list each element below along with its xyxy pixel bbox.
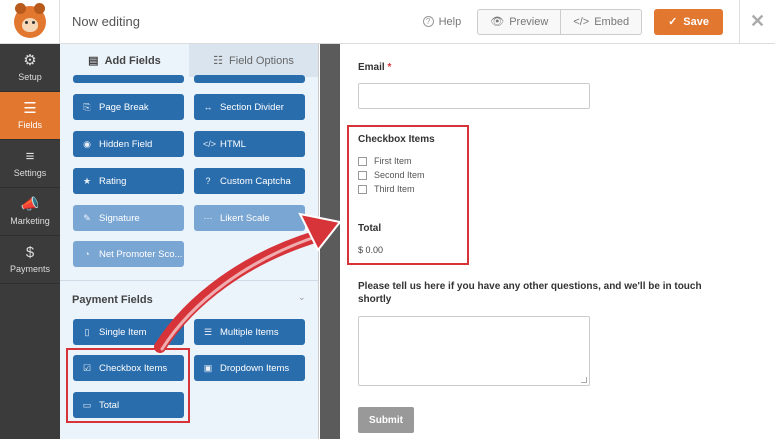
top-bar: Now editing ? Help 👁 Preview </> Embed ✓… xyxy=(0,0,775,44)
nav-item-payments[interactable]: $ Payments xyxy=(0,236,60,284)
field-button-html[interactable]: </> HTML xyxy=(194,131,305,157)
sliders-icon: ≡ xyxy=(25,148,35,165)
form-preview: Email * Checkbox Items First Item Second… xyxy=(340,44,775,439)
nav-item-fields[interactable]: ☰ Fields xyxy=(0,92,60,140)
preview-gutter xyxy=(320,44,340,439)
question-icon: ? xyxy=(422,16,434,27)
submit-button[interactable]: Submit xyxy=(358,407,414,433)
field-button-label: Net Promoter Sco... xyxy=(99,248,183,260)
chevron-down-icon[interactable]: ⌄ xyxy=(298,292,306,303)
divider-icon: ↔ xyxy=(203,102,213,112)
field-button-page-break[interactable]: ⎘ Page Break xyxy=(73,94,184,120)
field-button-label: Dropdown Items xyxy=(220,362,290,374)
panel-tabs: ▤ Add Fields ☷ Field Options xyxy=(60,44,318,77)
save-label: Save xyxy=(683,15,709,28)
resize-handle-icon[interactable] xyxy=(581,377,587,383)
eye-slash-icon: ◉ xyxy=(83,138,91,149)
help-link[interactable]: ? Help xyxy=(422,15,462,28)
nav-label: Payments xyxy=(9,264,51,274)
dollar-icon: $ xyxy=(25,244,35,261)
field-button-label: Rating xyxy=(99,175,127,187)
dropdown-icon: ▣ xyxy=(203,362,213,373)
field-button-label: Likert Scale xyxy=(220,212,270,224)
field-button-label: Single Item xyxy=(99,326,147,338)
nav-label: Marketing xyxy=(10,216,50,226)
tab-label: Field Options xyxy=(229,54,294,67)
nav-item-setup[interactable]: ⚙ Setup xyxy=(0,44,60,92)
field-button-label: Multiple Items xyxy=(220,326,279,338)
highlight-box-fields xyxy=(66,348,190,423)
sliders-icon: ☷ xyxy=(213,55,224,67)
field-button-section-divider[interactable]: ↔ Section Divider xyxy=(194,94,305,120)
gear-icon: ⚙ xyxy=(23,52,37,69)
star-icon: ★ xyxy=(82,175,92,186)
field-button-label: Section Divider xyxy=(220,101,284,113)
save-button[interactable]: ✓ Save xyxy=(654,8,723,35)
embed-button[interactable]: </> Embed xyxy=(560,9,641,34)
left-nav: ⚙ Setup ☰ Fields ≡ Settings 📣 Marketing … xyxy=(0,44,60,439)
tab-field-options[interactable]: ☷ Field Options xyxy=(189,44,318,77)
nav-item-marketing[interactable]: 📣 Marketing xyxy=(0,188,60,236)
code-icon: </> xyxy=(573,15,590,28)
pen-icon: ✎ xyxy=(83,212,91,223)
list-icon: ▤ xyxy=(88,55,99,67)
email-input[interactable] xyxy=(358,83,590,109)
field-button-hidden-field[interactable]: ◉ Hidden Field xyxy=(73,131,184,157)
editing-status: Now editing xyxy=(72,14,140,29)
eye-icon: 👁 xyxy=(490,16,505,28)
message-label: Please tell us here if you have any othe… xyxy=(358,281,702,305)
field-button-custom-captcha[interactable]: ? Custom Captcha xyxy=(194,168,305,194)
message-textarea[interactable] xyxy=(358,316,590,386)
dots-icon: ⋯ xyxy=(203,212,213,223)
field-button-hidden-top[interactable] xyxy=(73,75,184,83)
field-button-dropdown-items[interactable]: ▣ Dropdown Items xyxy=(194,355,305,381)
gauge-icon: ◔ xyxy=(84,249,90,259)
email-label-text: Email xyxy=(358,62,385,73)
fields-icon: ☰ xyxy=(23,100,37,117)
field-button-label: HTML xyxy=(220,138,246,150)
preview-label: Preview xyxy=(509,15,549,28)
preview-embed-group: 👁 Preview </> Embed xyxy=(477,8,643,35)
nav-item-settings[interactable]: ≡ Settings xyxy=(0,140,60,188)
tab-add-fields[interactable]: ▤ Add Fields xyxy=(60,44,189,77)
list-icon: ☰ xyxy=(203,326,213,337)
close-icon[interactable]: ✕ xyxy=(739,0,775,44)
payment-section-title[interactable]: Payment Fields xyxy=(72,294,153,306)
field-button-likert-scale[interactable]: ⋯ Likert Scale xyxy=(194,205,305,231)
megaphone-icon: 📣 xyxy=(20,196,40,213)
preview-button[interactable]: 👁 Preview xyxy=(478,10,560,34)
nav-label: Settings xyxy=(13,168,47,178)
email-label: Email * xyxy=(358,62,391,73)
help-label: Help xyxy=(438,15,462,28)
field-button-label: Hidden Field xyxy=(99,138,153,150)
field-button-multiple-items[interactable]: ☰ Multiple Items xyxy=(194,319,305,345)
field-button-signature[interactable]: ✎ Signature xyxy=(73,205,184,231)
highlight-box-form xyxy=(347,125,469,265)
field-button-single-item[interactable]: ▯ Single Item xyxy=(73,319,184,345)
wpforms-logo[interactable] xyxy=(0,0,60,44)
nav-label: Setup xyxy=(18,72,42,82)
field-button-label: Signature xyxy=(99,212,140,224)
code-icon: </> xyxy=(203,139,217,149)
bear-logo-icon xyxy=(13,2,46,38)
field-button-label: Custom Captcha xyxy=(220,175,291,187)
page-break-icon: ⎘ xyxy=(83,101,91,112)
file-icon: ▯ xyxy=(84,326,90,337)
embed-label: Embed xyxy=(594,15,630,28)
field-button-rating[interactable]: ★ Rating xyxy=(73,168,184,194)
field-button-label: Page Break xyxy=(99,101,149,113)
field-button-hidden-top[interactable] xyxy=(194,75,305,83)
check-icon: ✓ xyxy=(668,16,678,28)
section-divider xyxy=(60,280,318,281)
nav-label: Fields xyxy=(17,120,42,130)
field-button-net-promoter[interactable]: ◔ Net Promoter Sco... xyxy=(73,241,184,267)
question-circle-icon: ? xyxy=(205,176,211,186)
tab-label: Add Fields xyxy=(104,54,161,67)
required-mark: * xyxy=(387,62,392,73)
